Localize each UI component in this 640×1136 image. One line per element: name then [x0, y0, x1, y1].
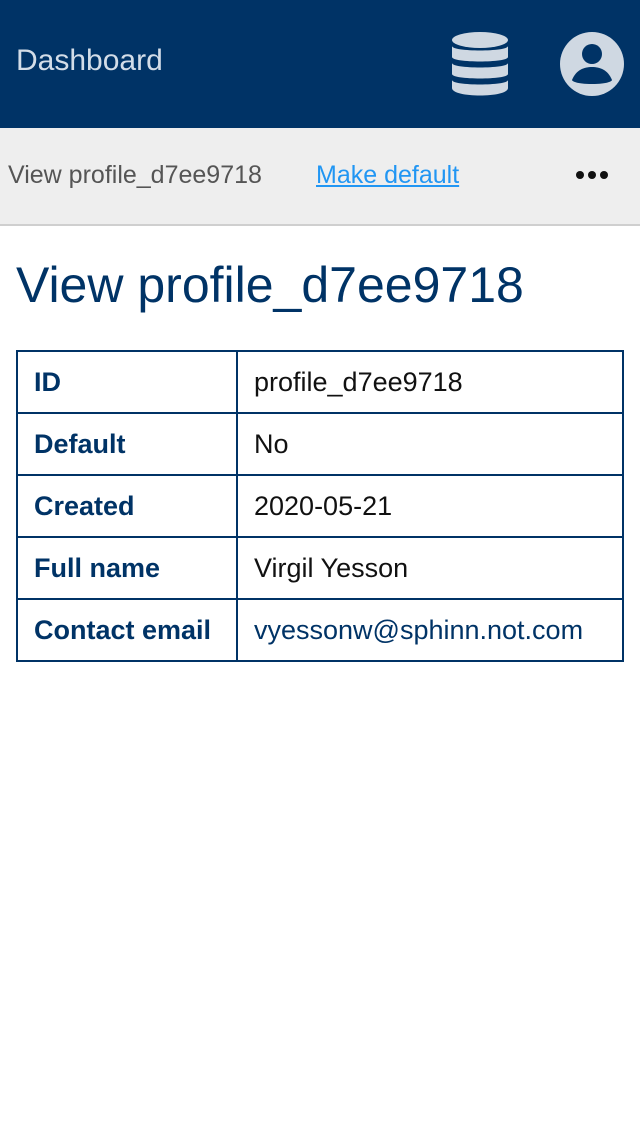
detail-value: No: [236, 412, 624, 476]
top-app-bar: Dashboard: [0, 0, 640, 128]
contact-email-value: vyessonw@sphinn.not.com: [236, 598, 624, 662]
table-row: ID profile_d7ee9718: [16, 350, 624, 414]
table-row: Contact email vyessonw@sphinn.not.com: [16, 598, 624, 662]
more-horizontal-icon: [576, 171, 608, 179]
detail-value: 2020-05-21: [236, 474, 624, 538]
dashboard-link[interactable]: Dashboard: [16, 42, 163, 80]
subbar-title: View profile_d7ee9718: [8, 161, 262, 189]
detail-label: Contact email: [16, 598, 238, 662]
database-icon: [452, 32, 508, 96]
user-account-button[interactable]: [558, 30, 626, 98]
detail-label: Created: [16, 474, 238, 538]
table-row: Full name Virgil Yesson: [16, 536, 624, 600]
detail-value: profile_d7ee9718: [236, 350, 624, 414]
make-default-link[interactable]: Make default: [316, 159, 459, 191]
detail-label: Full name: [16, 536, 238, 600]
page-title: View profile_d7ee9718: [16, 257, 524, 313]
sub-toolbar: View profile_d7ee9718 Make default: [0, 128, 640, 226]
database-button[interactable]: [448, 30, 512, 98]
table-row: Created 2020-05-21: [16, 474, 624, 538]
more-options-button[interactable]: [568, 160, 616, 190]
detail-label: ID: [16, 350, 238, 414]
user-account-icon: [560, 32, 624, 96]
table-row: Default No: [16, 412, 624, 476]
detail-value: Virgil Yesson: [236, 536, 624, 600]
detail-label: Default: [16, 412, 238, 476]
profile-details-table: ID profile_d7ee9718 Default No Created 2…: [16, 350, 624, 662]
